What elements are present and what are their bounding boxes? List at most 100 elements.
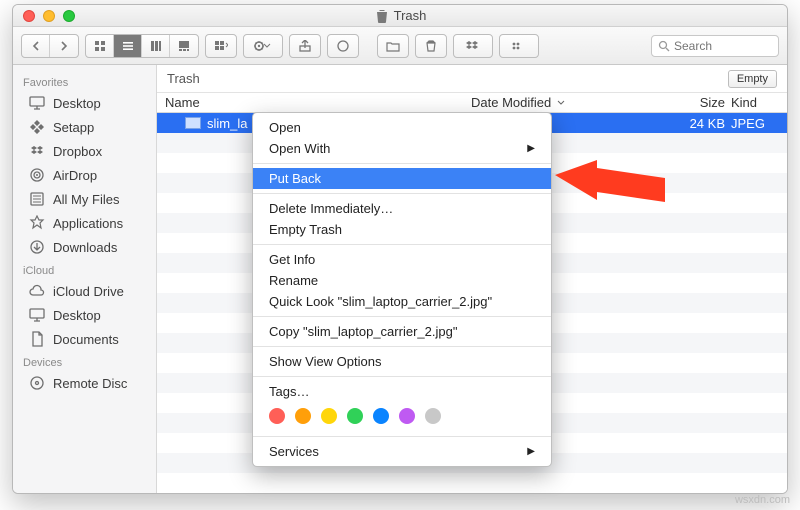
tag-blue[interactable] (373, 408, 389, 424)
sidebar-item-setapp[interactable]: Setapp (13, 115, 156, 139)
menu-empty-trash[interactable]: Empty Trash (253, 219, 551, 240)
share-button[interactable] (289, 34, 321, 58)
annotation-arrow-icon (555, 160, 665, 220)
tag-orange[interactable] (295, 408, 311, 424)
tag-yellow[interactable] (321, 408, 337, 424)
sidebar-item-downloads[interactable]: Downloads (13, 235, 156, 259)
menu-separator (253, 436, 551, 437)
search-icon (658, 40, 670, 52)
sidebar-header-icloud: iCloud (13, 259, 156, 279)
dropbox-button[interactable] (453, 34, 493, 58)
menu-copy[interactable]: Copy "slim_laptop_carrier_2.jpg" (253, 321, 551, 342)
menu-separator (253, 316, 551, 317)
sidebar-item-dropbox[interactable]: Dropbox (13, 139, 156, 163)
downloads-icon (29, 239, 45, 255)
search-field[interactable] (651, 35, 779, 57)
icloud-icon (29, 283, 45, 299)
location-label: Trash (167, 71, 200, 86)
delete-button[interactable] (415, 34, 447, 58)
empty-trash-button[interactable]: Empty (728, 70, 777, 88)
menu-get-info[interactable]: Get Info (253, 249, 551, 270)
applications-icon (29, 215, 45, 231)
sidebar-header-devices: Devices (13, 351, 156, 371)
menu-separator (253, 376, 551, 377)
desktop-icon (29, 95, 45, 111)
file-name: slim_la (207, 116, 247, 131)
view-icons-button[interactable] (86, 35, 114, 57)
sidebar-item-label: Remote Disc (53, 376, 127, 391)
dropbox-icon (29, 143, 45, 159)
tag-purple[interactable] (399, 408, 415, 424)
airdrop-icon (29, 167, 45, 183)
sidebar-item-documents[interactable]: Documents (13, 327, 156, 351)
sidebar-item-airdrop[interactable]: AirDrop (13, 163, 156, 187)
menu-delete-immediately[interactable]: Delete Immediately… (253, 198, 551, 219)
file-kind: JPEG (731, 116, 765, 131)
desktop-icon (29, 307, 45, 323)
tag-gray[interactable] (425, 408, 441, 424)
tag-red[interactable] (269, 408, 285, 424)
connect-button[interactable] (499, 34, 539, 58)
search-input[interactable] (674, 39, 764, 53)
view-switcher (85, 34, 199, 58)
sidebar-item-applications[interactable]: Applications (13, 211, 156, 235)
menu-rename[interactable]: Rename (253, 270, 551, 291)
tag-green[interactable] (347, 408, 363, 424)
sidebar-item-icloud[interactable]: iCloud Drive (13, 279, 156, 303)
tag-color-row (253, 402, 551, 432)
sidebar-item-allfiles[interactable]: All My Files (13, 187, 156, 211)
path-bar: Trash Empty (157, 65, 787, 93)
menu-open[interactable]: Open (253, 117, 551, 138)
sidebar-item-label: Applications (53, 216, 123, 231)
window-controls (13, 10, 75, 22)
setapp-icon (29, 119, 45, 135)
sidebar-item-label: All My Files (53, 192, 119, 207)
sidebar-item-label: Desktop (53, 96, 101, 111)
chevron-down-icon (557, 99, 565, 107)
column-name[interactable]: Name (157, 95, 471, 110)
sidebar-item-label: Setapp (53, 120, 94, 135)
view-gallery-button[interactable] (170, 35, 198, 57)
sidebar-item-label: Dropbox (53, 144, 102, 159)
view-columns-button[interactable] (142, 35, 170, 57)
sidebar-item-remote-disc[interactable]: Remote Disc (13, 371, 156, 395)
arrange-button[interactable] (205, 34, 237, 58)
sidebar-item-label: Documents (53, 332, 119, 347)
sidebar-item-label: AirDrop (53, 168, 97, 183)
menu-quick-look[interactable]: Quick Look "slim_laptop_carrier_2.jpg" (253, 291, 551, 312)
menu-separator (253, 346, 551, 347)
menu-show-view-options[interactable]: Show View Options (253, 351, 551, 372)
view-list-button[interactable] (114, 35, 142, 57)
new-folder-button[interactable] (377, 34, 409, 58)
forward-button[interactable] (50, 35, 78, 57)
titlebar: Trash (13, 5, 787, 27)
sidebar-item-desktop[interactable]: Desktop (13, 91, 156, 115)
menu-services[interactable]: Services▶ (253, 441, 551, 462)
menu-separator (253, 193, 551, 194)
minimize-icon[interactable] (43, 10, 55, 22)
sidebar-header-favorites: Favorites (13, 71, 156, 91)
back-button[interactable] (22, 35, 50, 57)
action-button[interactable] (243, 34, 283, 58)
menu-put-back[interactable]: Put Back (253, 168, 551, 189)
menu-tags[interactable]: Tags… (253, 381, 551, 402)
documents-icon (29, 331, 45, 347)
sidebar-item-desktop-cloud[interactable]: Desktop (13, 303, 156, 327)
close-icon[interactable] (23, 10, 35, 22)
menu-separator (253, 244, 551, 245)
disc-icon (29, 375, 45, 391)
menu-open-with[interactable]: Open With▶ (253, 138, 551, 159)
column-date[interactable]: Date Modified (471, 95, 671, 110)
window-title: Trash (394, 8, 427, 23)
menu-separator (253, 163, 551, 164)
context-menu: Open Open With▶ Put Back Delete Immediat… (252, 112, 552, 467)
zoom-icon[interactable] (63, 10, 75, 22)
file-size: 24 KB (690, 116, 725, 131)
sidebar-item-label: Desktop (53, 308, 101, 323)
column-size[interactable]: Size (671, 95, 731, 110)
tags-button[interactable] (327, 34, 359, 58)
allfiles-icon (29, 191, 45, 207)
sidebar: Favorites Desktop Setapp Dropbox AirDrop… (13, 65, 157, 493)
column-kind[interactable]: Kind (731, 95, 787, 110)
file-thumb-icon (185, 117, 201, 129)
